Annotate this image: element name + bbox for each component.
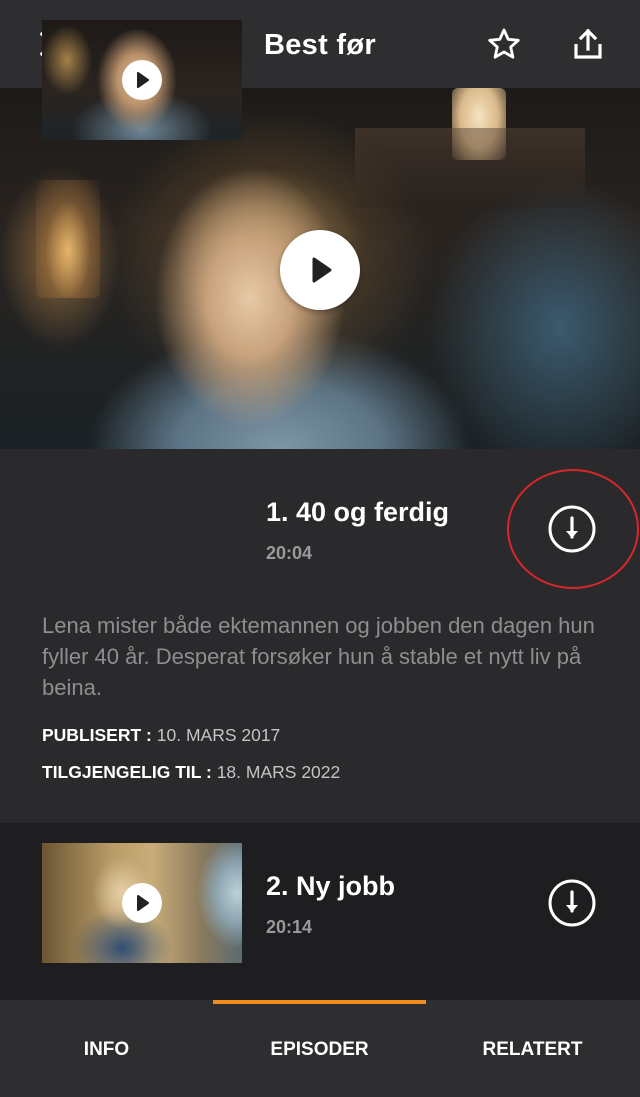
available-date: 18. MARS 2022 [216,762,341,782]
download-icon [548,879,596,927]
available-label: TILGJENGELIG TIL : [42,762,212,782]
play-icon [312,257,332,283]
hero-image [0,88,640,449]
published-label: PUBLISERT : [42,725,152,745]
thumbnail-play-button[interactable] [122,883,162,923]
tab-episoder[interactable]: EPISODER [213,1000,426,1097]
play-icon [137,72,149,88]
active-tab-indicator [213,1000,426,1004]
download-icon [548,505,596,553]
bottom-tab-bar: INFO EPISODER RELATERT [0,1000,640,1097]
share-icon [574,28,602,59]
tab-label: RELATERT [482,1039,583,1060]
star-outline-icon [488,28,520,59]
favorite-button[interactable] [480,20,528,68]
download-button[interactable] [546,877,598,929]
available-row: TILGJENGELIG TIL : 18. MARS 2022 [42,762,340,783]
tab-label: INFO [83,1039,130,1060]
episode-title[interactable]: 1. 40 og ferdig [266,497,449,528]
episode-duration: 20:04 [266,543,313,563]
tab-label: EPISODER [270,1039,369,1060]
episode-thumbnail[interactable] [42,20,242,140]
thumbnail-play-button[interactable] [122,60,162,100]
episode-title[interactable]: 2. Ny jobb [266,871,395,902]
episode-thumbnail[interactable] [42,843,242,963]
tab-relatert[interactable]: RELATERT [426,1000,639,1097]
download-button[interactable] [546,503,598,555]
published-row: PUBLISERT : 10. MARS 2017 [42,725,280,746]
episode-description: Lena mister både ektemannen og jobben de… [42,613,595,700]
share-button[interactable] [564,20,612,68]
episode-duration: 20:14 [266,917,313,937]
play-icon [137,895,149,911]
published-date: 10. MARS 2017 [156,725,281,745]
hero-play-button[interactable] [280,230,360,310]
tab-info[interactable]: INFO [0,1000,213,1097]
